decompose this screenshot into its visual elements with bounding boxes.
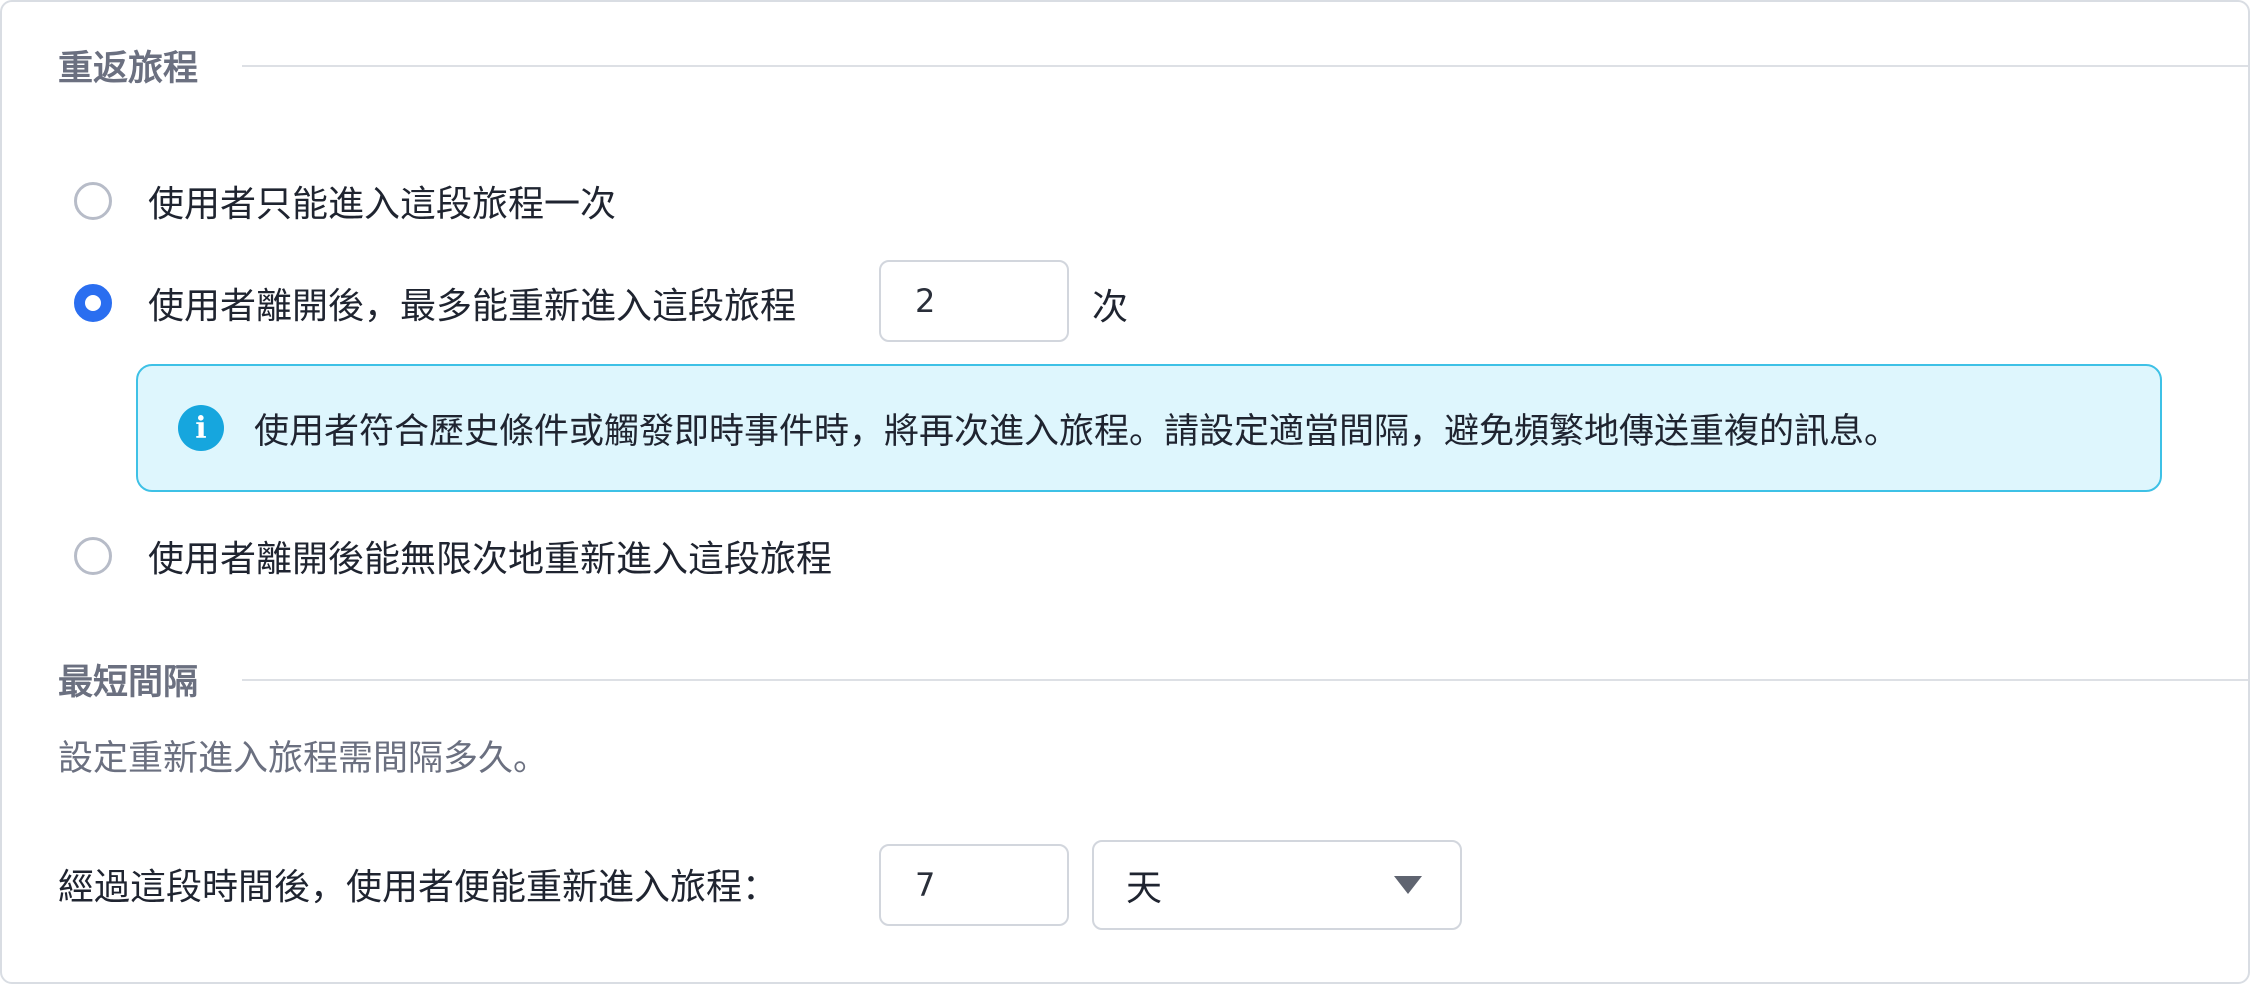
radio-button[interactable] [74, 537, 112, 575]
reentry-count-input[interactable]: 2 [879, 260, 1069, 342]
radio-button-selected[interactable] [74, 284, 112, 322]
reentry-section-header: 重返旅程 [58, 40, 2248, 91]
radio-button[interactable] [74, 182, 112, 220]
section-divider [242, 64, 2248, 67]
info-icon: i [178, 405, 224, 451]
reentry-info-text: 使用者符合歷史條件或觸發即時事件時，將再次進入旅程。請設定適當間隔，避免頻繁地傳… [254, 411, 1900, 452]
reentry-option-once[interactable]: 使用者只能進入這段旅程一次 [74, 175, 616, 227]
reentry-option-unlimited-label: 使用者離開後能無限次地重新進入這段旅程 [148, 539, 833, 580]
interval-value: 7 [915, 866, 936, 904]
interval-description: 設定重新進入旅程需間隔多久。 [58, 739, 549, 779]
caret-down-icon[interactable] [1394, 876, 1422, 894]
reentry-settings-panel: 重返旅程 使用者只能進入這段旅程一次 使用者離開後，最多能重新進入這段旅程 2 … [0, 0, 2250, 984]
interval-value-input[interactable]: 7 [879, 844, 1069, 926]
reentry-option-unlimited[interactable]: 使用者離開後能無限次地重新進入這段旅程 [74, 530, 832, 582]
reentry-count-value: 2 [915, 282, 936, 320]
reentry-option-limited-label: 使用者離開後，最多能重新進入這段旅程 [148, 286, 797, 327]
reentry-info-banner: i 使用者符合歷史條件或觸發即時事件時，將再次進入旅程。請設定適當間隔，避免頻繁… [136, 364, 2162, 492]
interval-section-header: 最短間隔 [58, 654, 2248, 705]
interval-label: 經過這段時間後，使用者便能重新進入旅程： [58, 867, 779, 908]
reentry-count-suffix: 次 [1092, 287, 1129, 328]
section-divider [242, 678, 2248, 681]
interval-section-title: 最短間隔 [58, 663, 199, 703]
reentry-section-title: 重返旅程 [58, 49, 199, 89]
interval-unit-value: 天 [1126, 868, 1163, 909]
reentry-option-once-label: 使用者只能進入這段旅程一次 [148, 184, 617, 225]
interval-unit-select[interactable]: 天 [1092, 840, 1462, 930]
reentry-option-limited[interactable]: 使用者離開後，最多能重新進入這段旅程 [74, 277, 796, 329]
